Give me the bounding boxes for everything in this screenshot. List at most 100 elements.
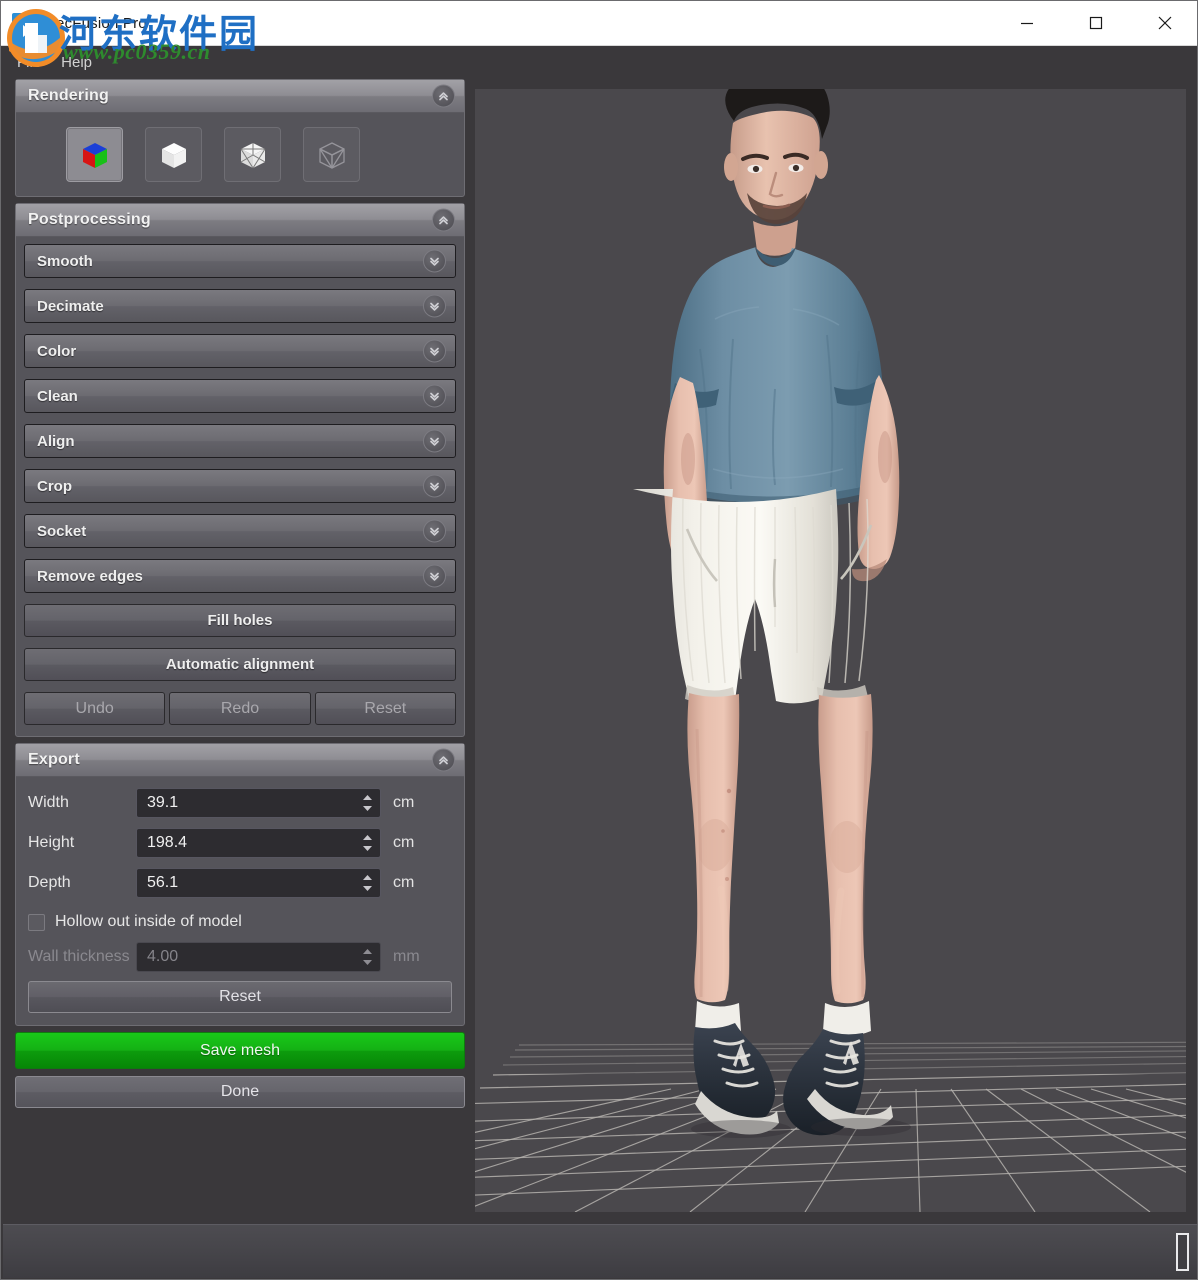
fill-holes-button[interactable]: Fill holes — [24, 604, 456, 637]
chevron-double-down-icon[interactable] — [423, 340, 446, 363]
stepper-up-icon — [362, 794, 373, 801]
menu-bar: File Help — [1, 46, 1198, 78]
redo-button[interactable]: Redo — [169, 692, 310, 725]
save-mesh-label: Save mesh — [200, 1042, 280, 1060]
section-label: Decimate — [37, 298, 104, 315]
section-label: Socket — [37, 523, 86, 540]
postprocessing-section-decimate[interactable]: Decimate — [24, 289, 456, 323]
postprocessing-section-smooth[interactable]: Smooth — [24, 244, 456, 278]
export-depth-row: Depth 56.1 cm — [28, 867, 452, 899]
width-stepper[interactable] — [362, 794, 373, 812]
height-label: Height — [28, 834, 136, 852]
minimize-icon — [1014, 10, 1040, 36]
menu-item-file[interactable]: File — [7, 50, 51, 75]
section-label: Remove edges — [37, 568, 143, 585]
fill-holes-label: Fill holes — [207, 612, 272, 629]
chevron-double-up-icon[interactable] — [432, 85, 455, 108]
export-width-row: Width 39.1 cm — [28, 787, 452, 819]
title-bar: RecFusion Pro — [1, 1, 1198, 46]
postprocessing-body: Smooth Decimate — [16, 237, 464, 736]
section-label: Align — [37, 433, 75, 450]
postprocessing-section-color[interactable]: Color — [24, 334, 456, 368]
undo-label: Undo — [76, 700, 114, 718]
chevron-double-down-icon[interactable] — [423, 430, 446, 453]
wall-thickness-input[interactable]: 4.00 — [136, 942, 381, 972]
maximize-icon — [1083, 10, 1109, 36]
shaded-cube-icon — [154, 135, 194, 175]
height-input[interactable]: 198.4 — [136, 828, 381, 858]
depth-input[interactable]: 56.1 — [136, 868, 381, 898]
shaded-wireframe-cube-icon — [233, 135, 273, 175]
done-label: Done — [221, 1083, 259, 1101]
rendering-group-title: Rendering — [28, 87, 109, 105]
status-bar — [3, 1224, 1197, 1278]
depth-label: Depth — [28, 874, 136, 892]
menu-item-help[interactable]: Help — [51, 50, 102, 75]
export-group: Export Width 39.1 — [15, 743, 465, 1026]
wireframe-cube-icon — [312, 135, 352, 175]
app-icon — [11, 12, 33, 34]
export-group-header[interactable]: Export — [16, 744, 464, 777]
stepper-up-icon — [362, 874, 373, 881]
width-label: Width — [28, 794, 136, 812]
reset-button[interactable]: Reset — [315, 692, 456, 725]
height-unit: cm — [393, 834, 414, 852]
redo-label: Redo — [221, 700, 259, 718]
chevron-double-down-icon[interactable] — [423, 250, 446, 273]
section-label: Color — [37, 343, 76, 360]
close-button[interactable] — [1130, 1, 1198, 45]
export-reset-label: Reset — [219, 988, 261, 1006]
render-mode-shaded-wireframe-button[interactable] — [224, 127, 281, 182]
depth-stepper[interactable] — [362, 874, 373, 892]
height-stepper[interactable] — [362, 834, 373, 852]
left-control-panel: Rendering — [15, 79, 465, 1213]
stepper-up-icon — [362, 948, 373, 955]
chevron-double-up-icon[interactable] — [432, 209, 455, 232]
postprocessing-section-clean[interactable]: Clean — [24, 379, 456, 413]
export-height-row: Height 198.4 cm — [28, 827, 452, 859]
postprocessing-section-socket[interactable]: Socket — [24, 514, 456, 548]
chevron-double-down-icon[interactable] — [423, 520, 446, 543]
export-wall-thickness-row: Wall thickness 4.00 mm — [28, 941, 452, 973]
depth-value: 56.1 — [147, 874, 178, 892]
postprocessing-section-align[interactable]: Align — [24, 424, 456, 458]
postprocessing-group-header[interactable]: Postprocessing — [16, 204, 464, 237]
3d-model-viewport[interactable] — [475, 89, 1186, 1212]
width-input[interactable]: 39.1 — [136, 788, 381, 818]
main-content: Rendering — [1, 79, 1198, 1213]
stepper-up-icon — [362, 834, 373, 841]
chevron-double-down-icon[interactable] — [423, 475, 446, 498]
wall-thickness-stepper[interactable] — [362, 948, 373, 966]
postprocessing-group: Postprocessing Smooth — [15, 203, 465, 737]
postprocessing-section-crop[interactable]: Crop — [24, 469, 456, 503]
reset-label: Reset — [364, 700, 406, 718]
chevron-double-up-icon[interactable] — [432, 749, 455, 772]
color-cube-icon — [75, 135, 115, 175]
stepper-down-icon — [362, 885, 373, 892]
wall-thickness-value: 4.00 — [147, 948, 178, 966]
chevron-double-down-icon[interactable] — [423, 295, 446, 318]
export-group-title: Export — [28, 751, 80, 769]
stepper-down-icon — [362, 845, 373, 852]
chevron-double-down-icon[interactable] — [423, 565, 446, 588]
window-title: RecFusion Pro — [45, 15, 147, 32]
automatic-alignment-label: Automatic alignment — [166, 656, 314, 673]
postprocessing-section-remove-edges[interactable]: Remove edges — [24, 559, 456, 593]
resize-grip-icon[interactable] — [1176, 1233, 1189, 1271]
done-button[interactable]: Done — [15, 1076, 465, 1108]
chevron-double-down-icon[interactable] — [423, 385, 446, 408]
render-mode-shaded-button[interactable] — [145, 127, 202, 182]
section-label: Clean — [37, 388, 78, 405]
export-reset-button[interactable]: Reset — [28, 981, 452, 1013]
hollow-out-row[interactable]: Hollow out inside of model — [28, 907, 452, 937]
maximize-button[interactable] — [1061, 1, 1130, 45]
section-label: Crop — [37, 478, 72, 495]
rendering-group-header[interactable]: Rendering — [16, 80, 464, 113]
hollow-out-checkbox[interactable] — [28, 914, 45, 931]
render-mode-wireframe-button[interactable] — [303, 127, 360, 182]
automatic-alignment-button[interactable]: Automatic alignment — [24, 648, 456, 681]
render-mode-color-button[interactable] — [66, 127, 123, 182]
undo-button[interactable]: Undo — [24, 692, 165, 725]
minimize-button[interactable] — [992, 1, 1061, 45]
save-mesh-button[interactable]: Save mesh — [15, 1032, 465, 1069]
